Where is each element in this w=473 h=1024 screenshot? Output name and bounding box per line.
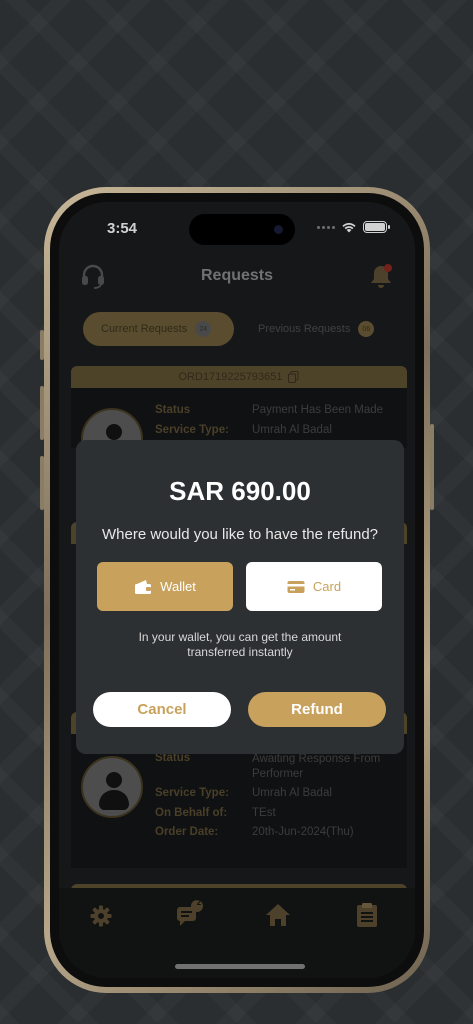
cancel-button[interactable]: Cancel xyxy=(93,692,231,727)
app-screen: 3:54 Requests Current Requests 24 Previo… xyxy=(59,202,415,978)
refund-note: In your wallet, you can get the amount t… xyxy=(138,630,342,659)
option-label: Wallet xyxy=(160,579,196,594)
wallet-icon xyxy=(135,579,152,594)
card-option-button[interactable]: Card xyxy=(246,562,382,611)
refund-amount: SAR 690.00 xyxy=(169,476,311,506)
refund-dialog: SAR 690.00 Where would you like to have … xyxy=(76,440,404,754)
power-button xyxy=(430,424,434,510)
option-label: Card xyxy=(312,579,342,594)
phone-frame: 3:54 Requests Current Requests 24 Previo… xyxy=(44,187,430,993)
wallet-option-button[interactable]: Wallet xyxy=(97,562,233,611)
refund-question: Where would you like to have the refund? xyxy=(102,526,378,543)
credit-card-icon xyxy=(287,580,305,593)
refund-button[interactable]: Refund xyxy=(248,692,386,727)
